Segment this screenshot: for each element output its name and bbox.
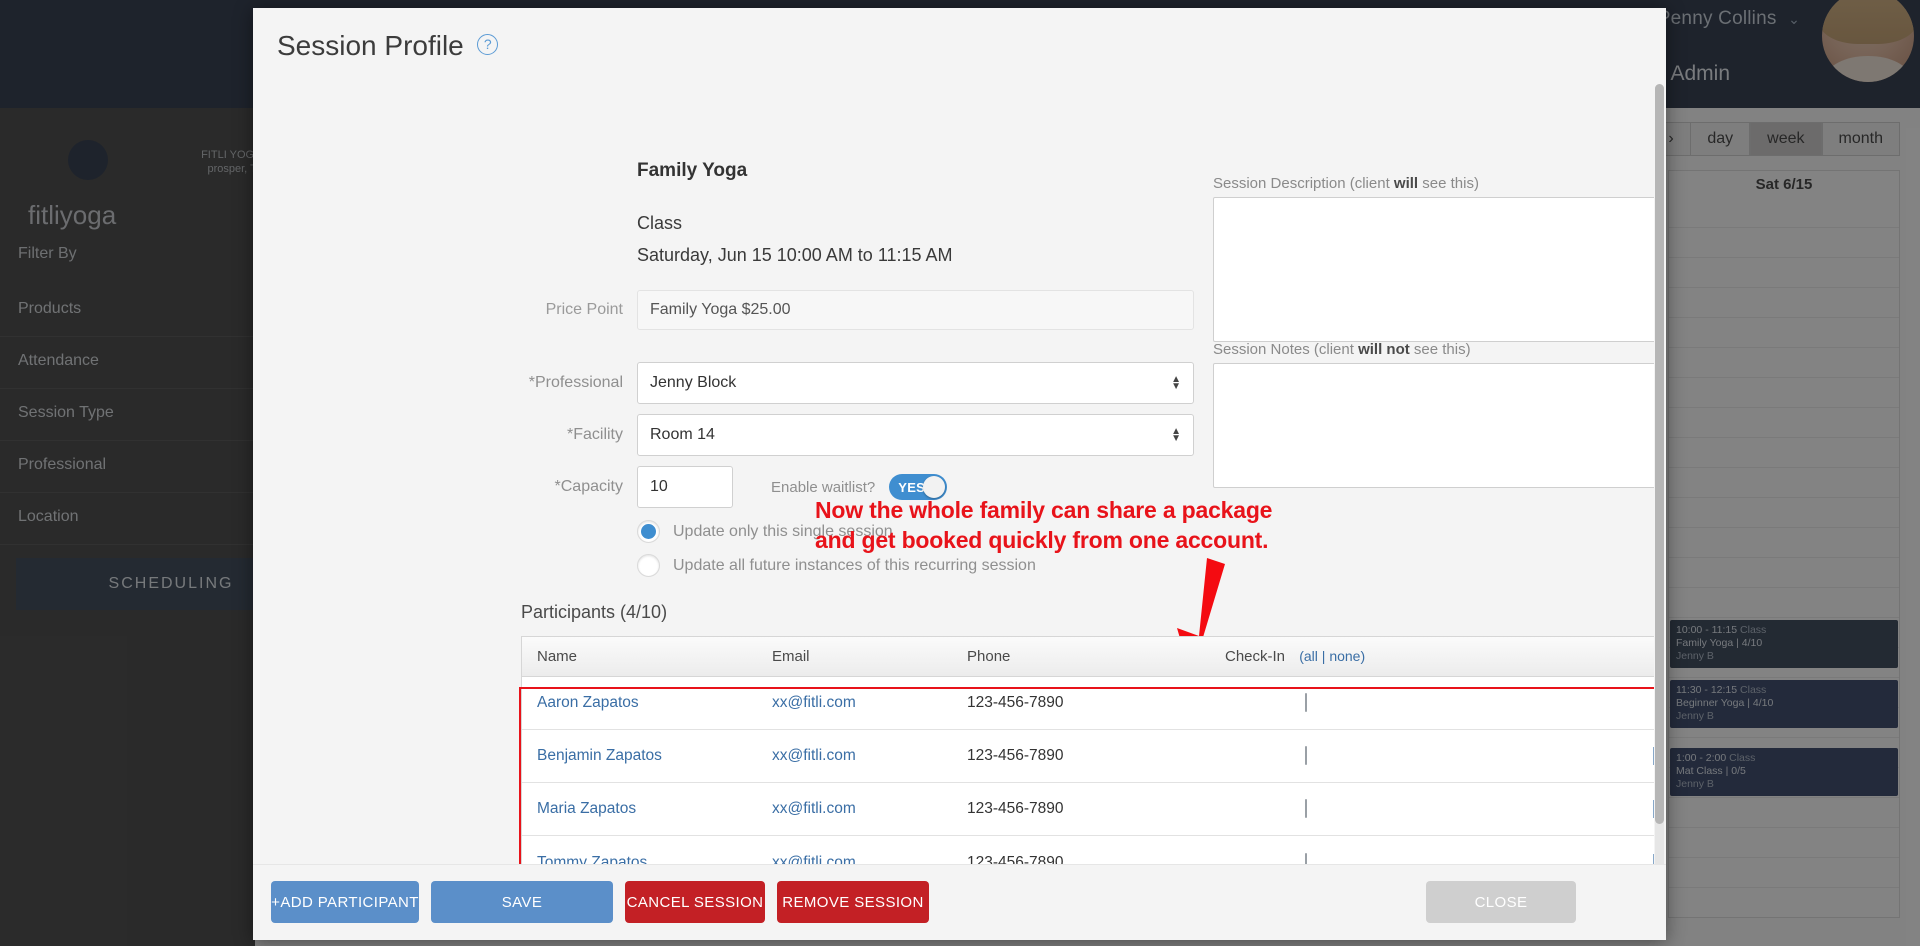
modal-footer: +ADD PARTICIPANT SAVE CANCEL SESSION REM… — [253, 864, 1666, 940]
column-header-name: Name — [537, 648, 578, 665]
capacity-label: *Capacity — [554, 478, 623, 495]
participants-table: Name Email Phone Check-In (all | none) A… — [521, 636, 1654, 864]
participant-name-1[interactable]: Benjamin Zapatos — [522, 747, 772, 765]
annotation-line-1: Now the whole family can share a package — [815, 497, 1273, 523]
column-header-check-in: Check-In (all | none) — [1225, 648, 1555, 665]
participant-checkin-checkbox-1[interactable] — [1305, 746, 1307, 765]
radio-all-future-label: Update all future instances of this recu… — [673, 556, 1036, 574]
page-title: Session Profile — [277, 30, 464, 61]
session-description-label-pre: Session Description (client — [1213, 175, 1394, 192]
table-row: Tommy Zapatos xx@fitli.com 123-456-7890 … — [522, 836, 1654, 864]
session-notes-label-bold: will not — [1358, 341, 1410, 358]
facility-select[interactable]: Room 14 ▲ ▼ — [637, 414, 1194, 456]
modal-scroll-pane: Family Yoga Class Saturday, Jun 15 10:00… — [253, 80, 1654, 864]
table-row: Aaron Zapatos xx@fitli.com 123-456-7890 … — [522, 677, 1654, 730]
session-name: Family Yoga — [637, 160, 748, 181]
check-all-link[interactable]: all — [1304, 648, 1318, 664]
price-point-label: Price Point — [545, 301, 623, 318]
waitlist-toggle-state: YES — [898, 479, 926, 495]
participant-checkin-checkbox-2[interactable] — [1305, 799, 1307, 818]
select-spinner-icon: ▲ ▼ — [1171, 374, 1181, 392]
modal-body: Family Yoga Class Saturday, Jun 15 10:00… — [253, 80, 1666, 864]
document-outline-icon[interactable] — [1653, 800, 1654, 818]
participant-phone-1: 123-456-7890 — [967, 747, 1064, 764]
participant-name-2[interactable]: Maria Zapatos — [522, 800, 772, 818]
participant-actions-2: Withdraw Send Message — [1555, 800, 1654, 818]
participant-checkin-cell-0 — [1225, 693, 1555, 712]
professional-row: *Professional Jenny Block ▲ ▼ — [527, 362, 1194, 404]
participant-phone-3: 123-456-7890 — [967, 853, 1064, 865]
participant-actions-1: Withdraw Send Message — [1555, 747, 1654, 765]
professional-value: Jenny Block — [650, 374, 737, 391]
facility-row: *Facility Room 14 ▲ ▼ — [527, 414, 1194, 456]
participant-checkin-checkbox-3[interactable] — [1305, 852, 1307, 864]
select-spinner-icon: ▲ ▼ — [1171, 426, 1181, 444]
participant-checkin-cell-2 — [1225, 799, 1555, 818]
session-notes-label: Session Notes (client will not see this) — [1213, 341, 1471, 358]
column-header-phone: Phone — [967, 648, 1011, 665]
session-description-label-post: see this) — [1418, 175, 1479, 192]
capacity-input[interactable]: 10 — [637, 466, 733, 508]
modal-header: Session Profile ? — [253, 8, 1666, 80]
session-notes-label-pre: Session Notes (client — [1213, 341, 1359, 358]
facility-label: *Facility — [566, 426, 623, 443]
radio-all-future-input[interactable] — [637, 554, 660, 577]
participant-name-0[interactable]: Aaron Zapatos — [522, 694, 772, 712]
check-in-bulk-links: (all | none) — [1299, 648, 1366, 664]
participant-actions-3: Withdraw Send Message — [1555, 853, 1654, 865]
close-button[interactable]: CLOSE — [1426, 881, 1576, 923]
participant-checkin-cell-1 — [1225, 746, 1555, 765]
session-description-label-bold: will — [1393, 175, 1419, 192]
session-type: Class — [637, 213, 683, 233]
check-links-separator: | — [1317, 648, 1330, 664]
session-notes-label-post: see this) — [1409, 341, 1471, 358]
participant-email-2[interactable]: xx@fitli.com — [772, 800, 967, 818]
waitlist-label: Enable waitlist? — [771, 478, 876, 496]
document-outline-icon[interactable] — [1653, 853, 1654, 865]
session-datetime: Saturday, Jun 15 10:00 AM to 11:15 AM — [637, 245, 953, 265]
participant-name-3[interactable]: Tommy Zapatos — [522, 854, 772, 865]
check-in-label: Check-In — [1225, 648, 1286, 665]
help-icon[interactable]: ? — [477, 33, 499, 55]
table-row: Benjamin Zapatos xx@fitli.com 123-456-78… — [522, 730, 1654, 783]
participants-table-header: Name Email Phone Check-In (all | none) — [522, 637, 1654, 677]
annotation-line-2: and get booked quickly from one account. — [815, 527, 1269, 553]
participant-email-1[interactable]: xx@fitli.com — [772, 747, 967, 765]
participant-checkin-cell-3 — [1225, 852, 1555, 864]
modal-scrollbar[interactable] — [1655, 84, 1664, 864]
facility-value: Room 14 — [650, 426, 715, 443]
session-profile-modal: Session Profile ? Family Yoga Class Satu… — [253, 8, 1666, 940]
participant-checkin-checkbox-0[interactable] — [1305, 693, 1307, 712]
table-row: Maria Zapatos xx@fitli.com 123-456-7890 … — [522, 783, 1654, 836]
session-description-label: Session Description (client will see thi… — [1213, 175, 1479, 192]
professional-select[interactable]: Jenny Block ▲ ▼ — [637, 362, 1194, 404]
radio-update-all-future[interactable]: Update all future instances of this recu… — [637, 554, 1036, 577]
add-participant-button[interactable]: +ADD PARTICIPANT — [271, 881, 419, 923]
save-button[interactable]: SAVE — [431, 881, 613, 923]
session-notes-textarea[interactable] — [1213, 363, 1654, 488]
cancel-session-button[interactable]: CANCEL SESSION — [625, 881, 765, 923]
participant-actions-0: Withdraw Send Message — [1555, 694, 1654, 712]
price-point-value[interactable]: Family Yoga $25.00 — [637, 290, 1194, 330]
professional-label: *Professional — [528, 374, 623, 391]
document-outline-icon[interactable] — [1653, 747, 1654, 765]
column-header-email: Email — [772, 648, 810, 665]
remove-session-button[interactable]: REMOVE SESSION — [777, 881, 929, 923]
check-none-link[interactable]: none — [1329, 648, 1360, 664]
session-description-textarea[interactable] — [1213, 197, 1654, 342]
annotation-text: Now the whole family can share a package… — [815, 495, 1272, 555]
modal-scrollbar-thumb[interactable] — [1655, 84, 1664, 824]
participant-email-0[interactable]: xx@fitli.com — [772, 694, 967, 712]
participants-title: Participants (4/10) — [521, 602, 668, 622]
document-filled-icon[interactable] — [1653, 694, 1654, 712]
price-point-row: Price Point Family Yoga $25.00 — [527, 290, 1194, 330]
participant-phone-2: 123-456-7890 — [967, 800, 1064, 817]
participant-phone-0: 123-456-7890 — [967, 694, 1064, 711]
participant-email-3[interactable]: xx@fitli.com — [772, 854, 967, 865]
radio-single-input[interactable] — [637, 520, 660, 543]
session-form: Family Yoga Class Saturday, Jun 15 10:00… — [253, 80, 1654, 864]
